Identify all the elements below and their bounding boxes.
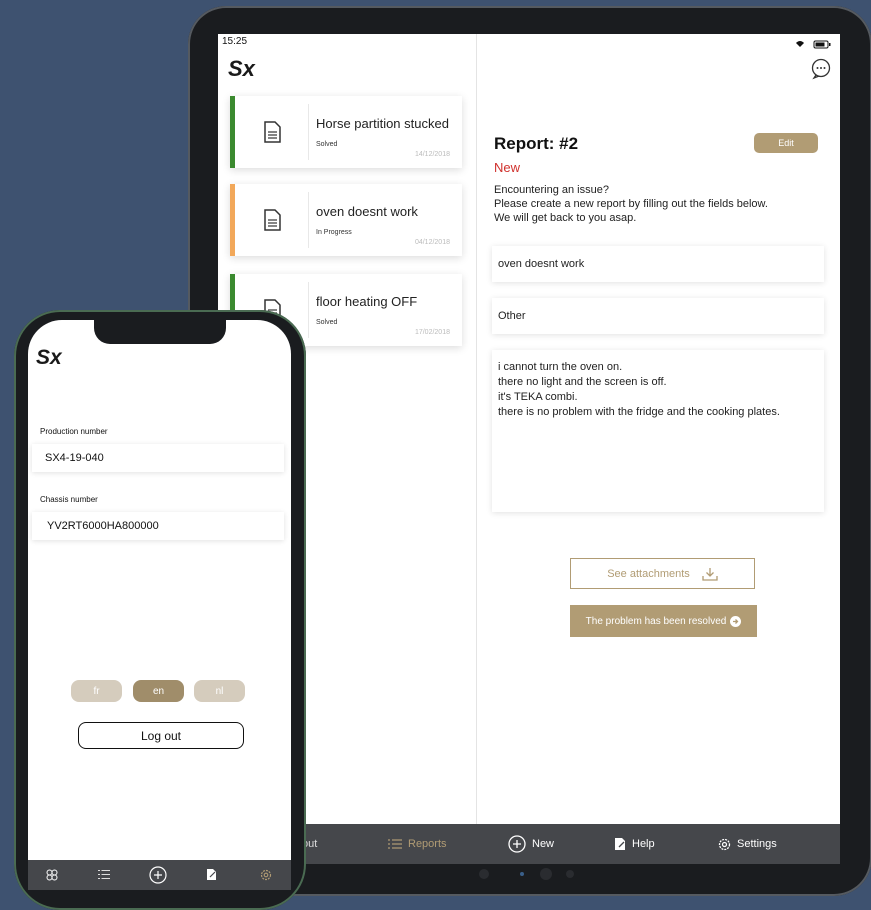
help-doc-icon[interactable] <box>206 868 217 881</box>
edit-button[interactable]: Edit <box>754 133 818 153</box>
svg-text:Sx: Sx <box>228 58 256 80</box>
tablet-screen: 15:25 Sx Horse partition stucked Solved … <box>218 34 840 864</box>
plus-circle-icon <box>508 835 526 853</box>
report-status-bar <box>230 96 235 168</box>
report-status-bar <box>230 184 235 256</box>
description-line: i cannot turn the oven on. <box>498 361 623 373</box>
resolved-button[interactable]: The problem has been resolved <box>570 605 757 637</box>
language-nl-button[interactable]: nl <box>194 680 245 702</box>
intro-line-3: We will get back to you asap. <box>494 212 637 224</box>
resolved-label: The problem has been resolved <box>585 615 727 627</box>
production-number-value: SX4-19-040 <box>45 452 104 464</box>
arrow-right-circle-icon <box>730 615 742 627</box>
see-attachments-label: See attachments <box>607 567 690 580</box>
document-icon <box>264 121 281 143</box>
report-date: 04/12/2018 <box>414 239 450 246</box>
description-line: it's TEKA combi. <box>498 391 578 403</box>
report-card[interactable]: Horse partition stucked Solved 14/12/201… <box>230 96 462 168</box>
download-icon <box>702 567 718 581</box>
phone-notch <box>94 320 226 344</box>
tab-settings[interactable]: Settings <box>718 824 777 864</box>
tab-help-label: Help <box>632 838 655 850</box>
report-title: Horse partition stucked <box>316 116 449 131</box>
production-number-label: Production number <box>40 427 108 436</box>
intro-line-1: Encountering an issue? <box>494 184 609 196</box>
master-detail-divider <box>476 34 477 824</box>
chassis-number-field[interactable]: YV2RT6000HA800000 <box>32 512 284 540</box>
list-icon <box>388 839 402 849</box>
gear-icon <box>718 838 731 850</box>
help-doc-icon <box>615 838 625 850</box>
report-heading: Report: #2 <box>494 134 579 153</box>
gear-icon[interactable] <box>260 869 272 881</box>
report-state: New <box>494 160 521 175</box>
subject-field[interactable]: oven doesnt work <box>492 246 824 282</box>
tablet-camera-dots <box>474 864 584 884</box>
chat-icon[interactable] <box>810 58 832 85</box>
report-status: In Progress <box>316 229 352 236</box>
tab-new[interactable]: New <box>508 824 554 864</box>
chassis-number-label: Chassis number <box>40 495 98 504</box>
tablet-logo[interactable]: Sx <box>228 56 262 85</box>
report-date: 17/02/2018 <box>414 329 450 336</box>
phone-logo[interactable]: Sx <box>36 346 70 373</box>
tab-new-label: New <box>532 838 555 850</box>
tab-reports-label: Reports <box>408 838 447 850</box>
tab-settings-label: Settings <box>737 838 777 850</box>
wifi-battery-icon <box>796 40 831 49</box>
description-field[interactable]: i cannot turn the oven on. there no ligh… <box>492 350 824 512</box>
report-card[interactable]: oven doesnt work In Progress 04/12/2018 <box>230 184 462 256</box>
report-date: 14/12/2018 <box>414 151 450 158</box>
language-en-button[interactable]: en <box>133 680 184 702</box>
report-title: oven doesnt work <box>316 204 418 219</box>
list-icon[interactable] <box>98 869 110 880</box>
report-status: Solved <box>316 319 338 326</box>
see-attachments-button[interactable]: See attachments <box>570 558 755 589</box>
intro-line-2: Please create a new report by filling ou… <box>494 198 768 210</box>
status-time: 15:25 <box>222 36 248 47</box>
svg-text:Sx: Sx <box>36 346 63 368</box>
description-line: there no light and the screen is off. <box>498 376 667 388</box>
description-line: there is no problem with the fridge and … <box>498 406 780 418</box>
report-title: floor heating OFF <box>316 294 418 309</box>
logout-button[interactable]: Log out <box>78 722 244 749</box>
chassis-number-value: YV2RT6000HA800000 <box>47 520 159 532</box>
report-status: Solved <box>316 141 338 148</box>
tablet-tab-bar: out Reports New Help Settings <box>218 824 840 864</box>
subject-value: oven doesnt work <box>498 258 585 270</box>
status-icons <box>794 36 834 49</box>
about-icon[interactable] <box>46 869 58 881</box>
tab-reports[interactable]: Reports <box>388 824 447 864</box>
plus-circle-icon[interactable] <box>149 866 167 884</box>
document-icon <box>264 209 281 231</box>
tab-help[interactable]: Help <box>614 824 655 864</box>
language-fr-button[interactable]: fr <box>71 680 122 702</box>
category-value: Other <box>498 310 526 322</box>
phone-screen: Sx Production number SX4-19-040 Chassis … <box>28 320 291 890</box>
phone-tab-bar <box>28 860 291 890</box>
production-number-field[interactable]: SX4-19-040 <box>32 444 284 472</box>
category-field[interactable]: Other <box>492 298 824 334</box>
